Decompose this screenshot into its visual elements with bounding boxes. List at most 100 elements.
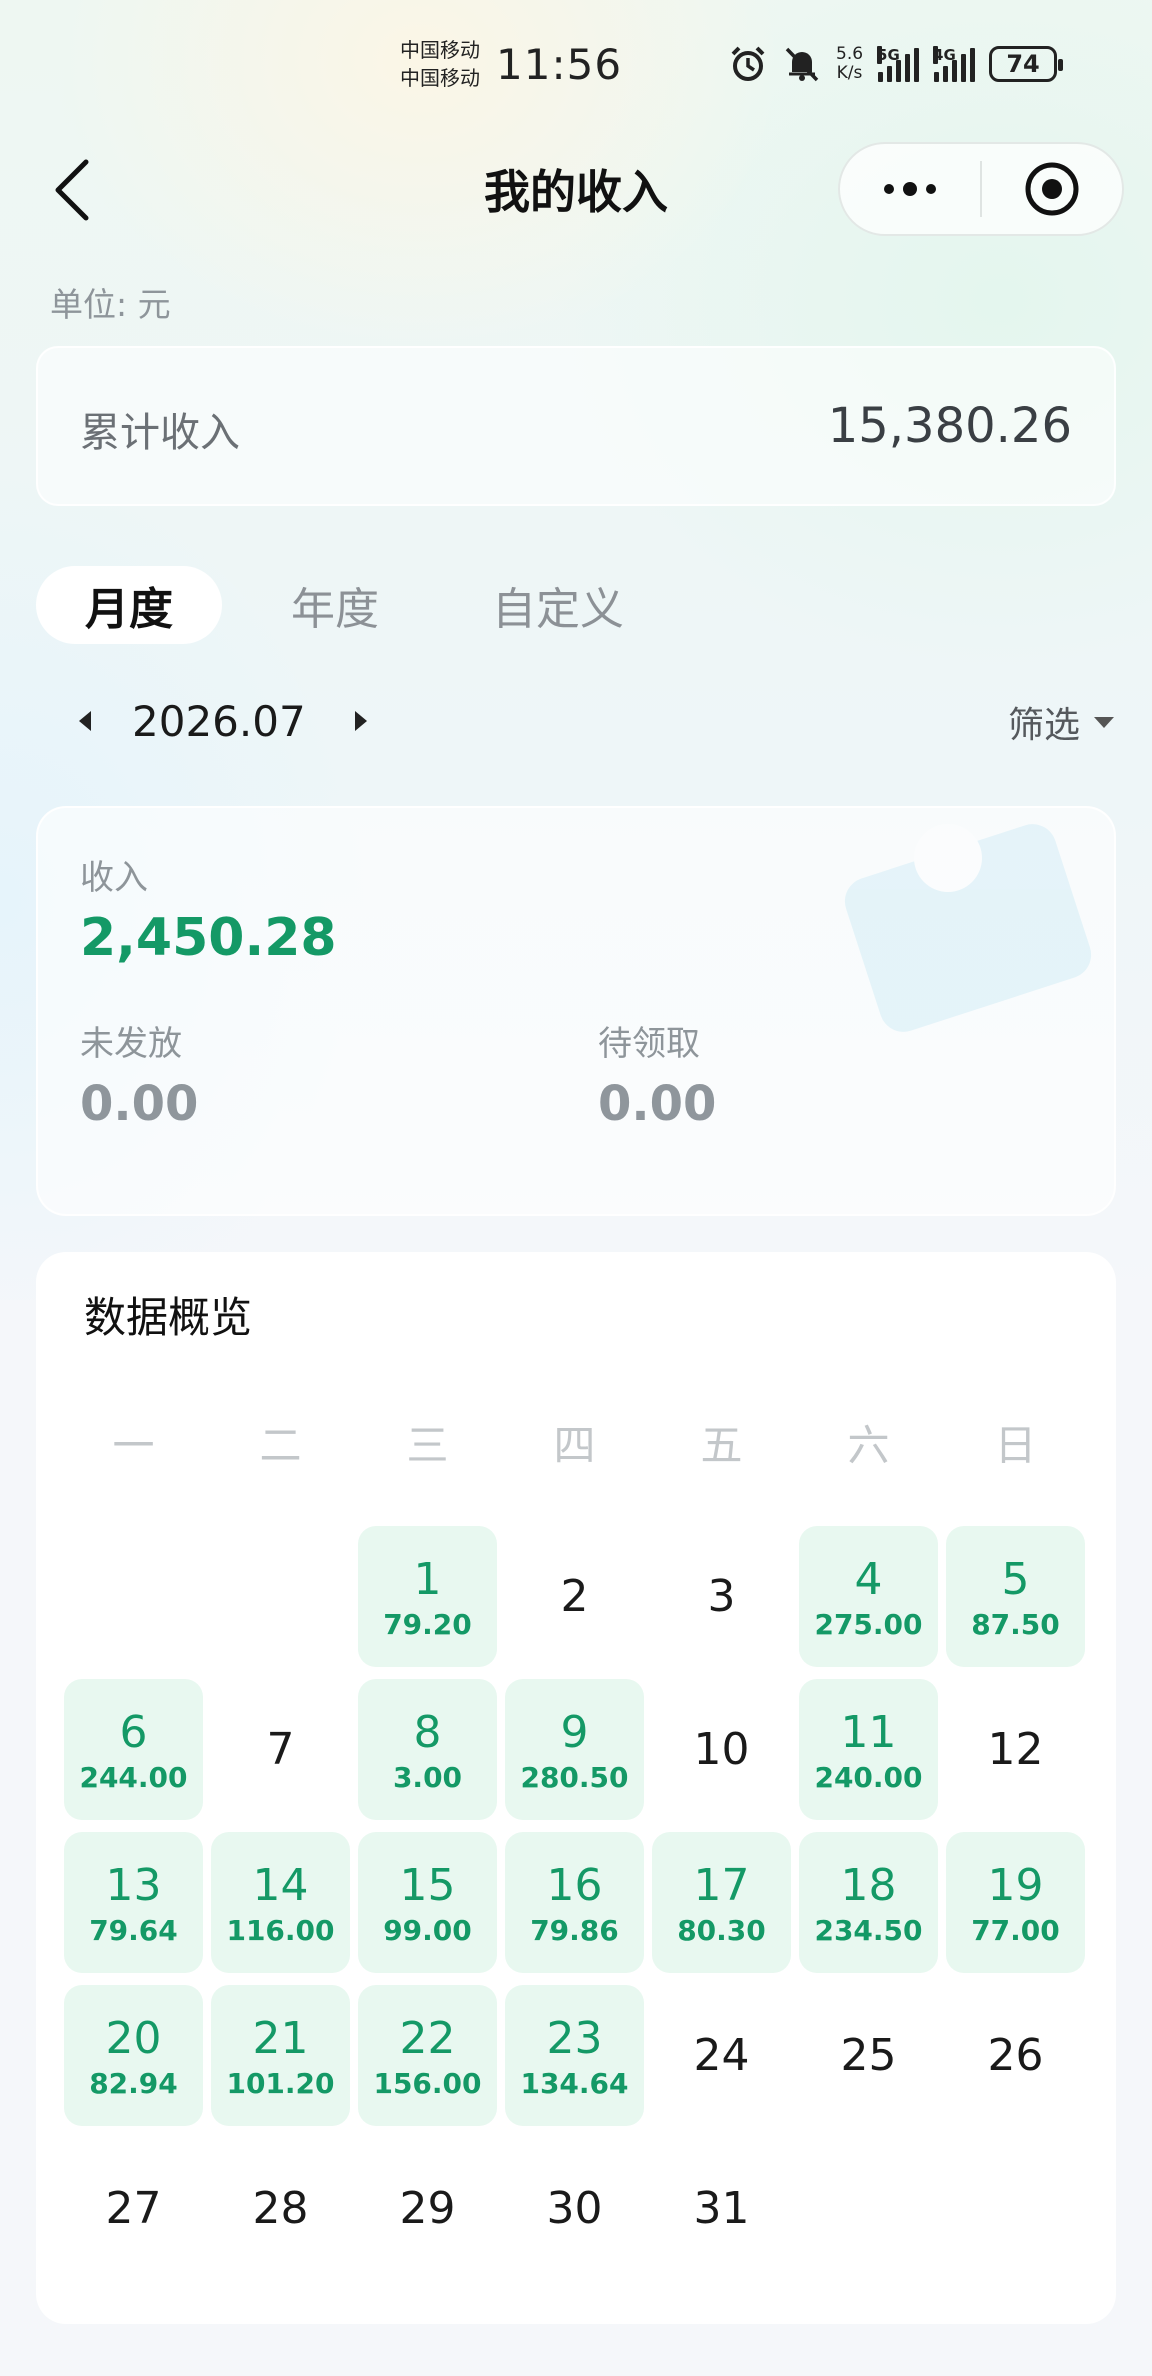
calendar-day-amount: 77.00 [971,1913,1060,1947]
calendar-day-cell[interactable]: 29 [358,2138,497,2279]
calendar-day-number: 19 [987,1859,1044,1911]
calendar-day-cell[interactable]: 19 77.00 [946,1832,1085,1973]
calendar-day-number: 28 [252,2182,309,2234]
calendar-day-number: 5 [1001,1553,1030,1605]
total-income-card: 累计收入 15,380.26 [36,346,1116,506]
calendar-day-cell[interactable]: 2 [505,1526,644,1667]
calendar-day-number: 11 [840,1706,897,1758]
calendar-day-cell[interactable]: 14 116.00 [211,1832,350,1973]
calendar-day-cell[interactable]: 13 79.64 [64,1832,203,1973]
total-income-value: 15,380.26 [827,398,1072,454]
calendar-day-cell[interactable]: 30 [505,2138,644,2279]
network-speed: 5.6 K/s [836,45,863,83]
close-mini-program-button[interactable] [982,144,1122,234]
calendar-day-cell[interactable]: 10 [652,1679,791,1820]
calendar-day-amount: 116.00 [226,1913,335,1947]
tab-yearly[interactable]: 年度 [242,566,428,644]
calendar-day-number: 26 [987,2029,1044,2081]
income-summary-card: 收入 2,450.28 未发放 0.00 待领取 0.00 [36,806,1116,1216]
status-bar: 中国移动 中国移动 11:56 5.6 K/s 5G 4G 74 [0,0,1152,130]
filter-button[interactable]: 筛选 [1008,696,1116,748]
calendar-day-amount: 156.00 [373,2066,482,2100]
mini-program-capsule [838,142,1124,236]
overview-title: 数据概览 [84,1293,253,1342]
net-speed-value: 5.6 [836,44,864,64]
calendar-day-number: 24 [693,2029,750,2081]
calendar-day-cell[interactable]: 15 99.00 [358,1832,497,1973]
calendar-day-cell[interactable]: 12 [946,1679,1085,1820]
calendar-day-number: 21 [252,2012,309,2064]
prev-month-button[interactable] [60,686,110,756]
calendar-day-cell[interactable]: 25 [799,1985,938,2126]
calendar-day-amount: 101.20 [226,2066,335,2100]
calendar-day-cell[interactable]: 5 87.50 [946,1526,1085,1667]
calendar-day-amount: 87.50 [971,1607,1060,1641]
calendar-day-amount: 79.86 [530,1913,619,1947]
calendar-day-amount: 99.00 [383,1913,472,1947]
carrier-labels: 中国移动 中国移动 [400,36,480,92]
calendar-day-cell[interactable]: 21 101.20 [211,1985,350,2126]
calendar-day-cell[interactable]: 11 240.00 [799,1679,938,1820]
calendar-day-number: 8 [413,1706,442,1758]
income-value: 2,450.28 [80,908,337,968]
weekday-label: 日 [994,1421,1037,1470]
calendar-day-number: 25 [840,2029,897,2081]
calendar-day-cell[interactable]: 8 3.00 [358,1679,497,1820]
calendar-day-amount: 275.00 [814,1607,923,1641]
page-title: 我的收入 [484,165,668,219]
mute-icon [785,47,819,82]
calendar-day-cell[interactable]: 1 79.20 [358,1526,497,1667]
filter-label: 筛选 [1007,705,1080,746]
battery-level: 74 [1006,50,1040,78]
calendar-day-cell[interactable]: 23 134.64 [505,1985,644,2126]
calendar-day-cell[interactable]: 4 275.00 [799,1526,938,1667]
calendar-day-number: 17 [693,1859,750,1911]
calendar-day-cell[interactable]: 24 [652,1985,791,2126]
next-month-button[interactable] [336,686,386,756]
calendar-day-cell[interactable]: 3 [652,1526,791,1667]
pending-label: 待领取 [598,1024,700,1064]
calendar-day-number: 13 [105,1859,162,1911]
unpaid-label: 未发放 [80,1024,182,1064]
unpaid-value: 0.00 [80,1076,199,1132]
alarm-icon [731,46,765,81]
calendar-day-cell[interactable]: 17 80.30 [652,1832,791,1973]
calendar-day-number: 30 [546,2182,603,2234]
signal-1-tag: 5G [877,46,900,64]
caret-left-icon [79,711,91,731]
calendar-day-number: 20 [105,2012,162,2064]
carrier-1: 中国移动 [400,38,480,62]
caret-right-icon [354,711,367,731]
period-tabs: 月度 年度 自定义 [36,566,658,644]
calendar-day-amount: 280.50 [520,1760,629,1794]
income-label: 收入 [80,858,148,898]
calendar-day-cell[interactable]: 20 82.94 [64,1985,203,2126]
tab-monthly[interactable]: 月度 [36,566,222,644]
calendar-day-cell[interactable]: 6 244.00 [64,1679,203,1820]
calendar-day-cell[interactable]: 28 [211,2138,350,2279]
battery-icon: 74 [989,46,1064,82]
more-button[interactable] [840,144,980,234]
calendar-day-cell[interactable]: 27 [64,2138,203,2279]
carrier-2: 中国移动 [400,66,480,90]
calendar-day-cell[interactable]: 26 [946,1985,1085,2126]
calendar-day-cell[interactable]: 16 79.86 [505,1832,644,1973]
calendar-day-cell[interactable]: 22 156.00 [358,1985,497,2126]
calendar-day-cell[interactable]: 18 234.50 [799,1832,938,1973]
back-arrow-icon [55,159,89,221]
back-button[interactable] [44,150,104,230]
calendar-day-cell[interactable]: 9 280.50 [505,1679,644,1820]
dropdown-caret-icon [1094,717,1114,728]
target-icon [1025,162,1079,216]
tab-custom[interactable]: 自定义 [458,566,658,644]
calendar-day-number: 14 [252,1859,309,1911]
status-icons: 5.6 K/s 5G 4G 74 [728,44,1064,84]
calendar-day-cell[interactable]: 31 [652,2138,791,2279]
calendar-day-number: 12 [987,1723,1044,1775]
calendar-day-number: 9 [560,1706,589,1758]
calendar-day-number: 23 [546,2012,603,2064]
calendar-day-amount: 79.64 [89,1913,178,1947]
calendar-day-cell[interactable]: 7 [211,1679,350,1820]
signal-icon-2: 4G [933,46,976,82]
calendar-day-amount: 3.00 [392,1760,463,1794]
